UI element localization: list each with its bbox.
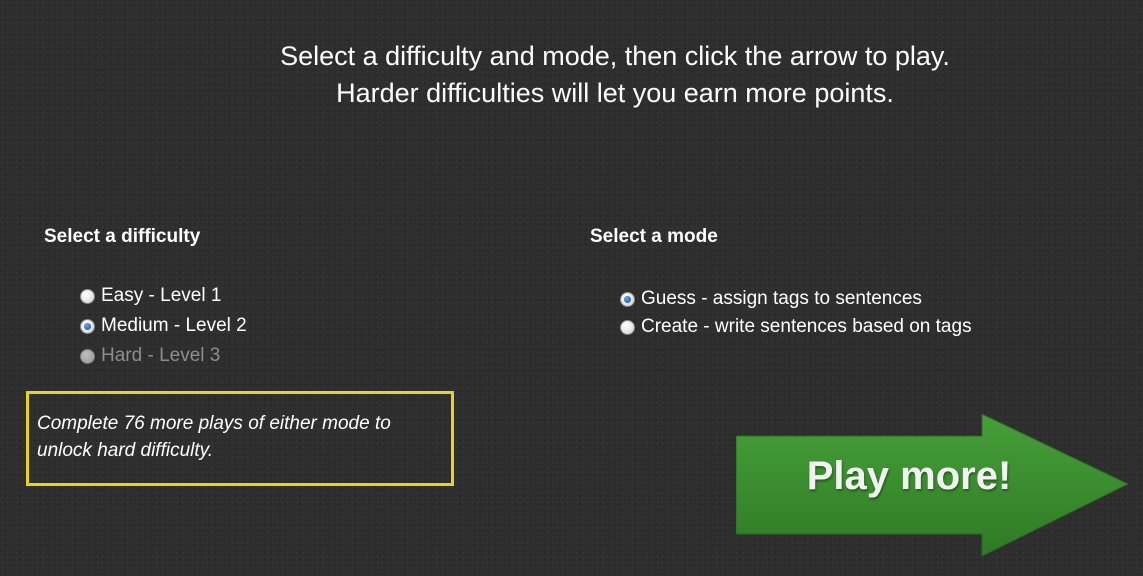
mode-option-create-label: Create - write sentences based on tags <box>641 316 972 337</box>
radio-guess[interactable] <box>620 291 635 307</box>
instructions-line-2: Harder difficulties will let you earn mo… <box>336 78 894 108</box>
game-setup-panel: Select a difficulty and mode, then click… <box>0 0 1143 576</box>
instructions-line-1: Select a difficulty and mode, then click… <box>280 41 950 71</box>
difficulty-section-title: Select a difficulty <box>44 226 201 247</box>
unlock-notice-text: Complete 76 more plays of either mode to… <box>37 413 391 461</box>
difficulty-option-hard: Hard - Level 3 <box>80 343 220 369</box>
difficulty-option-easy[interactable]: Easy - Level 1 <box>80 283 221 309</box>
difficulty-option-medium[interactable]: Medium - Level 2 <box>80 313 247 339</box>
radio-easy[interactable] <box>80 288 95 304</box>
mode-section-title: Select a mode <box>590 226 718 247</box>
mode-option-guess[interactable]: Guess - assign tags to sentences <box>620 286 922 312</box>
difficulty-option-hard-label: Hard - Level 3 <box>101 345 221 366</box>
radio-medium[interactable] <box>80 318 95 334</box>
mode-option-create[interactable]: Create - write sentences based on tags <box>620 314 972 340</box>
difficulty-option-easy-label: Easy - Level 1 <box>101 285 222 306</box>
play-more-label: Play more! <box>806 454 1012 498</box>
difficulty-option-medium-label: Medium - Level 2 <box>101 315 247 336</box>
mode-option-guess-label: Guess - assign tags to sentences <box>641 288 922 309</box>
instructions-header: Select a difficulty and mode, then click… <box>150 38 1080 112</box>
radio-hard <box>80 348 95 364</box>
radio-create[interactable] <box>620 319 635 335</box>
play-more-button[interactable]: Play more! <box>736 414 1128 556</box>
unlock-notice: Complete 76 more plays of either mode to… <box>26 391 454 486</box>
